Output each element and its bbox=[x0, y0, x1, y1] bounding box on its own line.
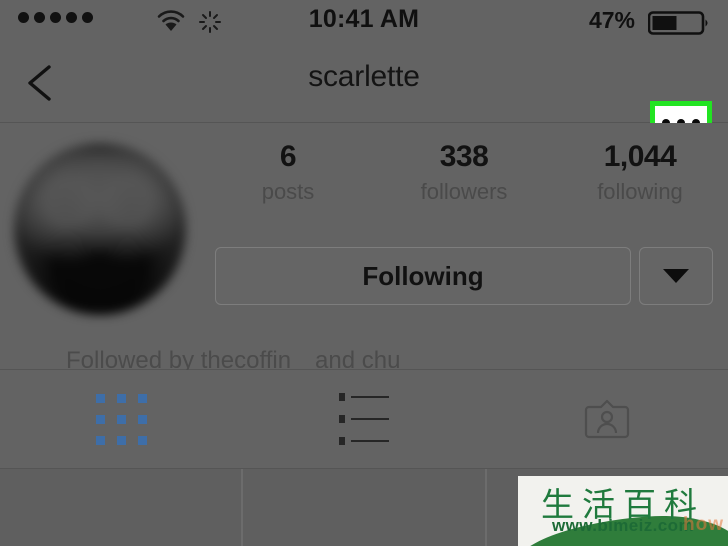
photo-cell[interactable] bbox=[0, 469, 244, 546]
watermark: 生活百科 www.bimeiz.com how bbox=[518, 476, 728, 546]
stat-followers[interactable]: 338 followers bbox=[376, 137, 552, 229]
photo-cell[interactable] bbox=[243, 469, 487, 546]
profile-header: 6 posts 338 followers 1,044 following Fo… bbox=[0, 123, 728, 374]
tab-grid-view[interactable] bbox=[0, 370, 243, 468]
tab-tagged-photos[interactable] bbox=[485, 370, 728, 468]
battery-icon bbox=[647, 11, 710, 35]
following-button[interactable]: Following bbox=[215, 247, 631, 305]
followers-count: 338 bbox=[439, 140, 489, 173]
follow-actions-row: Following bbox=[215, 247, 713, 305]
navigation-bar: scarlette bbox=[0, 44, 728, 145]
posts-label: posts bbox=[261, 179, 315, 204]
chevron-down-icon bbox=[663, 269, 689, 283]
grid-icon bbox=[95, 393, 147, 445]
following-count: 1,044 bbox=[603, 140, 677, 173]
following-label: following bbox=[597, 179, 683, 204]
followers-label: followers bbox=[420, 179, 508, 204]
tab-list-view[interactable] bbox=[243, 370, 486, 468]
follow-dropdown-button[interactable] bbox=[639, 247, 713, 305]
page-title: scarlette bbox=[308, 60, 420, 93]
posts-count: 6 bbox=[279, 140, 297, 173]
watermark-ghost-text: how bbox=[683, 514, 724, 535]
list-icon bbox=[339, 393, 389, 445]
profile-stats: 6 posts 338 followers 1,044 following bbox=[200, 137, 728, 229]
profile-tab-bar bbox=[0, 370, 728, 469]
status-bar: 10:41 AM 47% bbox=[0, 0, 728, 44]
stat-posts[interactable]: 6 posts bbox=[200, 137, 376, 229]
battery-percentage: 47% bbox=[588, 7, 635, 33]
stat-following[interactable]: 1,044 following bbox=[552, 137, 728, 229]
tagged-person-icon bbox=[584, 396, 630, 442]
phone-screen: 10:41 AM 47% scarlette 6 posts 338 follo… bbox=[0, 0, 728, 546]
avatar[interactable] bbox=[14, 143, 186, 315]
